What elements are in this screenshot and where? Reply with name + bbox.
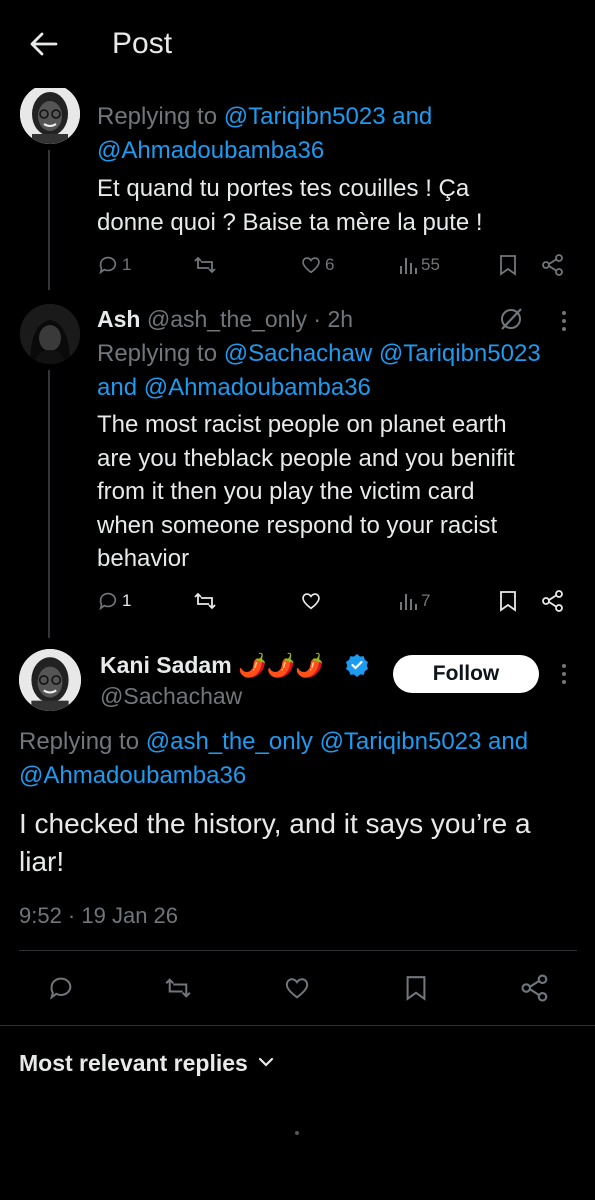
main-reply-to: Replying to @ash_the_only @Tariqibn5023 … — [19, 728, 529, 789]
views-count: 55 — [421, 255, 440, 274]
like-button[interactable] — [300, 590, 322, 612]
reply-count: 1 — [122, 255, 132, 274]
reply-handles[interactable]: and @Ahmadoubamba36 — [97, 374, 371, 401]
thread-line — [48, 150, 50, 290]
thread-line — [48, 370, 50, 638]
reply-button[interactable]: 1 — [97, 254, 131, 276]
like-button[interactable] — [283, 974, 311, 1002]
tweet-2-text: The most racist people on planet earth a… — [97, 411, 515, 572]
page-title: Post — [112, 27, 173, 60]
bookmark-button[interactable] — [404, 974, 428, 1002]
repost-button[interactable] — [193, 254, 217, 276]
loading-dot — [295, 1131, 299, 1135]
replies-sort-label: Most relevant replies — [19, 1050, 248, 1076]
repost-button[interactable] — [163, 975, 193, 1001]
replies-sort-dropdown[interactable]: Most relevant replies — [19, 1050, 274, 1077]
reply-count: 1 — [122, 591, 132, 610]
reply-handles[interactable]: @Tariqibn5023 and — [224, 103, 433, 130]
bookmark-button[interactable] — [498, 254, 518, 276]
bookmark-button[interactable] — [498, 590, 518, 612]
repost-button[interactable] — [193, 590, 217, 612]
grok-icon[interactable] — [498, 306, 524, 337]
reply-button[interactable]: 1 — [97, 590, 131, 612]
pepper-emojis: 🌶️🌶️🌶️ — [238, 652, 324, 678]
verified-badge-icon — [345, 653, 369, 682]
timestamp[interactable]: 9:52 · 19 Jan 26 — [19, 903, 178, 929]
reply-handles[interactable]: @Ahmadoubamba36 — [97, 137, 324, 164]
reply-button[interactable] — [47, 974, 75, 1002]
top-bar: Post — [0, 0, 595, 88]
avatar[interactable] — [19, 649, 81, 711]
like-count: 6 — [325, 255, 335, 274]
main-author[interactable]: Kani Sadam 🌶️🌶️🌶️ — [100, 650, 324, 680]
tweet-1-text: Et quand tu portes tes couilles ! Ça donn… — [97, 175, 483, 236]
reply-handles[interactable]: @Sachachaw @Tariqibn5023 — [224, 340, 541, 367]
share-button[interactable] — [541, 254, 565, 276]
tweet-2-header: Ash @ash_the_only · 2h — [97, 305, 353, 333]
author-name[interactable]: Ash — [97, 306, 140, 332]
share-button[interactable] — [520, 974, 550, 1002]
more-options-icon[interactable] — [561, 663, 567, 690]
tweet-1-reply-to: Replying to @Tariqibn5023 and @Ahmadouba… — [97, 103, 433, 164]
author-handle[interactable]: @ash_the_only · 2h — [147, 306, 353, 332]
views-button[interactable]: 55 — [398, 254, 440, 276]
chevron-down-icon — [258, 1055, 274, 1073]
reply-handles[interactable]: @Ahmadoubamba36 — [19, 762, 246, 789]
share-button[interactable] — [541, 590, 565, 612]
views-count: 7 — [421, 591, 431, 610]
tweet-2-reply-to: Replying to @Sachachaw @Tariqibn5023 and… — [97, 340, 541, 401]
back-arrow-icon[interactable] — [28, 28, 60, 60]
follow-button[interactable]: Follow — [393, 655, 539, 693]
divider — [19, 950, 577, 951]
author-name[interactable]: Kani Sadam — [100, 652, 232, 678]
author-handle[interactable]: @Sachachaw — [100, 682, 242, 710]
views-button[interactable]: 7 — [398, 590, 430, 612]
main-tweet-text: I checked the history, and it says you’r… — [19, 808, 531, 877]
like-button[interactable]: 6 — [300, 254, 334, 276]
reply-handles[interactable]: @ash_the_only @Tariqibn5023 and — [146, 728, 528, 755]
more-options-icon[interactable] — [561, 310, 567, 337]
avatar[interactable] — [20, 304, 80, 364]
avatar[interactable] — [20, 84, 80, 144]
divider — [0, 1025, 595, 1026]
